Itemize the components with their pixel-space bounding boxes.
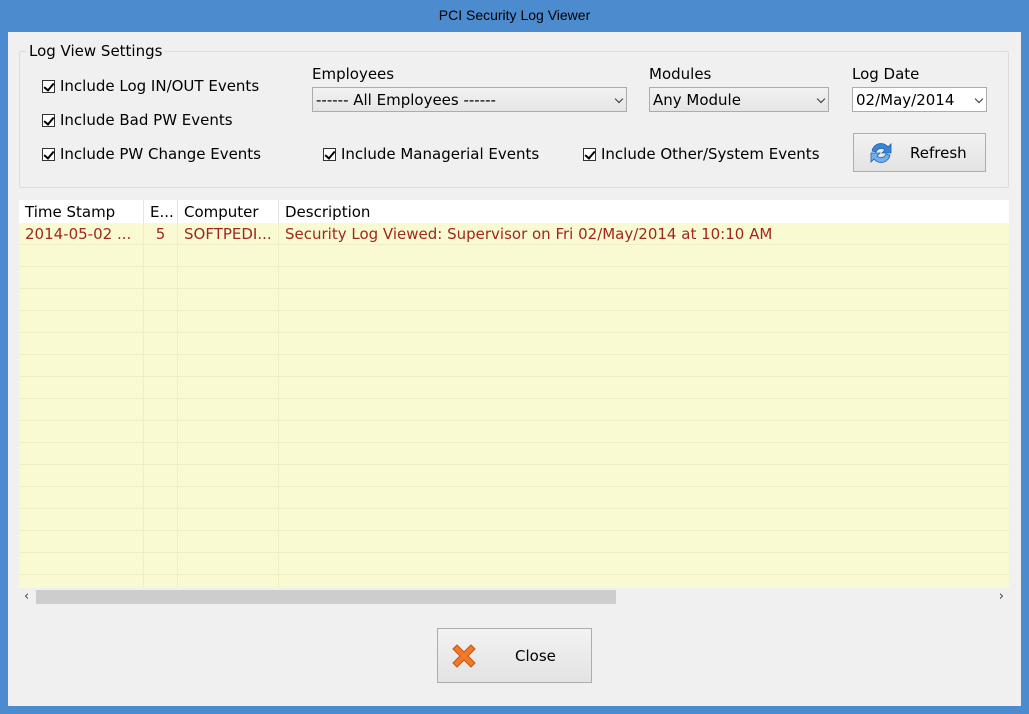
client-area: Log View Settings Include Log IN/OUT Eve… — [8, 32, 1021, 706]
column-header-description[interactable]: Description — [279, 200, 1009, 223]
checkbox-checked-icon[interactable] — [323, 147, 336, 161]
empty-row — [19, 531, 1009, 553]
logdate-label: Log Date — [852, 65, 920, 83]
cell-computer: SOFTPEDI... — [178, 223, 279, 245]
check-bad-pw-label: Include Bad PW Events — [60, 111, 233, 129]
empty-row — [19, 487, 1009, 509]
cell-event: 5 — [144, 223, 178, 245]
refresh-button-label: Refresh — [910, 143, 967, 162]
horizontal-scrollbar[interactable]: ‹ › — [19, 588, 1009, 606]
close-x-icon — [452, 643, 476, 668]
empty-row — [19, 553, 1009, 575]
checkbox-checked-icon[interactable] — [583, 147, 596, 161]
app-window: PCI Security Log Viewer Log View Setting… — [0, 0, 1029, 714]
empty-row — [19, 377, 1009, 399]
empty-row — [19, 399, 1009, 421]
settings-legend: Log View Settings — [26, 42, 166, 60]
check-pw-change[interactable]: Include PW Change Events — [42, 145, 261, 163]
modules-select[interactable]: Any Module — [649, 87, 829, 112]
empty-row — [19, 267, 1009, 289]
check-other-system-label: Include Other/System Events — [601, 145, 820, 163]
refresh-icon — [870, 142, 892, 163]
refresh-button[interactable]: Refresh — [853, 133, 986, 172]
empty-row — [19, 443, 1009, 465]
check-pw-change-label: Include PW Change Events — [60, 145, 261, 163]
empty-row — [19, 355, 1009, 377]
scroll-left-arrow-icon[interactable]: ‹ — [24, 589, 29, 604]
empty-row — [19, 289, 1009, 311]
checkbox-checked-icon[interactable] — [42, 113, 55, 127]
column-header-event[interactable]: E... — [144, 200, 178, 223]
empty-row — [19, 245, 1009, 267]
chevron-down-icon — [614, 94, 624, 104]
check-other-system[interactable]: Include Other/System Events — [583, 145, 820, 163]
window-title: PCI Security Log Viewer — [438, 7, 591, 23]
empty-row — [19, 465, 1009, 487]
checkbox-checked-icon[interactable] — [42, 79, 55, 93]
empty-row — [19, 509, 1009, 531]
chevron-down-icon — [974, 94, 984, 104]
check-managerial-label: Include Managerial Events — [341, 145, 540, 163]
scrollbar-thumb[interactable] — [36, 590, 616, 604]
modules-label: Modules — [649, 65, 712, 83]
check-log-inout-label: Include Log IN/OUT Events — [60, 77, 260, 95]
modules-select-value: Any Module — [653, 91, 741, 109]
table-row[interactable]: 2014-05-02 ... 5 SOFTPEDI... Security Lo… — [19, 223, 1009, 245]
chevron-down-icon — [816, 94, 826, 104]
scroll-right-arrow-icon[interactable]: › — [999, 589, 1004, 604]
empty-row — [19, 333, 1009, 355]
column-header-timestamp[interactable]: Time Stamp — [19, 200, 144, 223]
title-bar[interactable]: PCI Security Log Viewer — [0, 0, 1029, 32]
check-log-inout[interactable]: Include Log IN/OUT Events — [42, 77, 259, 95]
empty-row — [19, 421, 1009, 443]
grid-header: Time Stamp E... Computer Description — [19, 200, 1009, 223]
empty-row — [19, 311, 1009, 333]
employees-select[interactable]: ------ All Employees ------ — [312, 87, 627, 112]
check-bad-pw[interactable]: Include Bad PW Events — [42, 111, 233, 129]
logdate-value: 02/May/2014 — [856, 91, 955, 109]
grid-rows: 2014-05-02 ... 5 SOFTPEDI... Security Lo… — [19, 223, 1009, 597]
cell-timestamp: 2014-05-02 ... — [19, 223, 144, 245]
log-grid[interactable]: Time Stamp E... Computer Description 201… — [19, 200, 1009, 606]
employees-select-value: ------ All Employees ------ — [316, 91, 496, 109]
cell-description: Security Log Viewed: Supervisor on Fri 0… — [285, 225, 773, 243]
close-button[interactable]: Close — [437, 628, 592, 683]
employees-label: Employees — [312, 65, 395, 83]
logdate-picker[interactable]: 02/May/2014 — [852, 87, 987, 112]
checkbox-checked-icon[interactable] — [42, 147, 55, 161]
check-managerial[interactable]: Include Managerial Events — [323, 145, 539, 163]
column-header-computer[interactable]: Computer — [178, 200, 279, 223]
close-button-label: Close — [515, 646, 556, 665]
